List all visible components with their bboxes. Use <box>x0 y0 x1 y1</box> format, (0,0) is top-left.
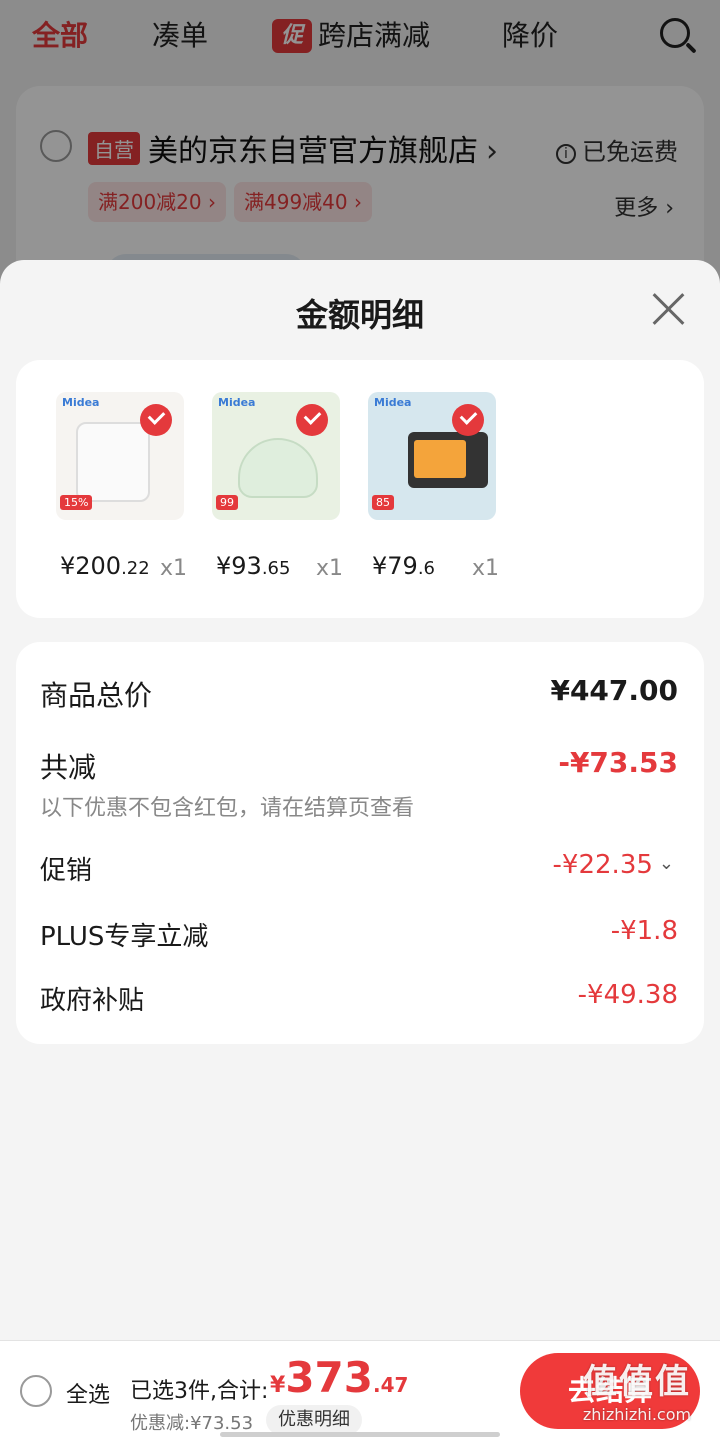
total-price-value: ¥447.00 <box>550 674 678 707</box>
product-image-air-fryer: Midea 15% <box>56 392 184 520</box>
product-quantity: x1 <box>472 556 500 581</box>
product-image-oven: Midea 85 <box>368 392 496 520</box>
watermark: 值值值 zhizhizhi.com <box>562 1354 712 1424</box>
brand-logo: Midea <box>62 396 100 409</box>
selected-check-icon <box>452 404 484 436</box>
gov-subsidy-label: 政府补贴 <box>40 986 145 1016</box>
amount-detail-sheet: 金额明细 Midea 15% ¥200.22 x1 Midea 99 ¥93.6… <box>0 260 720 1440</box>
reduction-note: 以下优惠不包含红包，请在结算页查看 <box>40 796 415 821</box>
currency-symbol: ¥ <box>270 1373 286 1398</box>
total-integer: 373 <box>285 1353 373 1402</box>
product-item[interactable]: Midea 15% ¥200.22 x1 <box>56 392 187 581</box>
selected-count-text: 已选3件,合计: <box>130 1379 269 1404</box>
product-price: ¥200.22 <box>60 552 150 580</box>
plus-discount-value: -¥1.8 <box>610 916 678 946</box>
promotion-amount: -¥22.35 <box>552 850 653 880</box>
total-price-label: 商品总价 <box>40 679 153 712</box>
product-quantity: x1 <box>160 556 188 581</box>
select-all-label[interactable]: 全选 <box>66 1377 110 1409</box>
chevron-down-icon: ⌄ <box>658 853 674 874</box>
promotion-value[interactable]: -¥22.35 ⌄ <box>553 850 674 880</box>
watermark-logo: 值值值 <box>583 1362 691 1402</box>
product-price: ¥79.6 <box>372 552 435 580</box>
product-price: ¥93.65 <box>216 552 290 580</box>
total-reduction-value: -¥73.53 <box>558 746 678 779</box>
product-item[interactable]: Midea 99 ¥93.65 x1 <box>212 392 343 581</box>
price-integer: ¥200 <box>60 552 122 580</box>
brand-logo: Midea <box>218 396 256 409</box>
home-indicator <box>220 1432 500 1437</box>
price-integer: ¥93 <box>216 552 262 580</box>
promotion-label: 促销 <box>40 856 93 886</box>
select-all-radio[interactable] <box>20 1375 52 1407</box>
price-integer: ¥79 <box>372 552 418 580</box>
price-decimal: .22 <box>121 558 150 579</box>
selected-check-icon <box>140 404 172 436</box>
discount-detail-button[interactable]: 优惠明细 <box>266 1405 362 1435</box>
price-summary-card: 商品总价 ¥447.00 共减 -¥73.53 以下优惠不包含红包，请在结算页查… <box>16 642 704 1044</box>
price-decimal: .65 <box>261 558 291 579</box>
selected-check-icon <box>296 404 328 436</box>
total-reduction-label: 共减 <box>40 751 97 784</box>
close-icon[interactable] <box>652 292 686 326</box>
brand-logo: Midea <box>374 396 412 409</box>
total-decimal: .47 <box>372 1373 409 1397</box>
gov-subsidy-value: -¥49.38 <box>577 980 678 1010</box>
product-quantity: x1 <box>316 556 344 581</box>
sheet-title: 金额明细 <box>295 296 424 334</box>
product-image-electric-pot: Midea 99 <box>212 392 340 520</box>
plus-discount-label: PLUS专享立减 <box>40 922 209 952</box>
total-amount: ¥373.47 <box>270 1353 408 1402</box>
price-decimal: .6 <box>417 558 435 579</box>
watermark-url: zhizhizhi.com <box>582 1405 692 1424</box>
products-card: Midea 15% ¥200.22 x1 Midea 99 ¥93.65 x1 … <box>16 360 704 618</box>
product-item[interactable]: Midea 85 ¥79.6 x1 <box>368 392 499 581</box>
